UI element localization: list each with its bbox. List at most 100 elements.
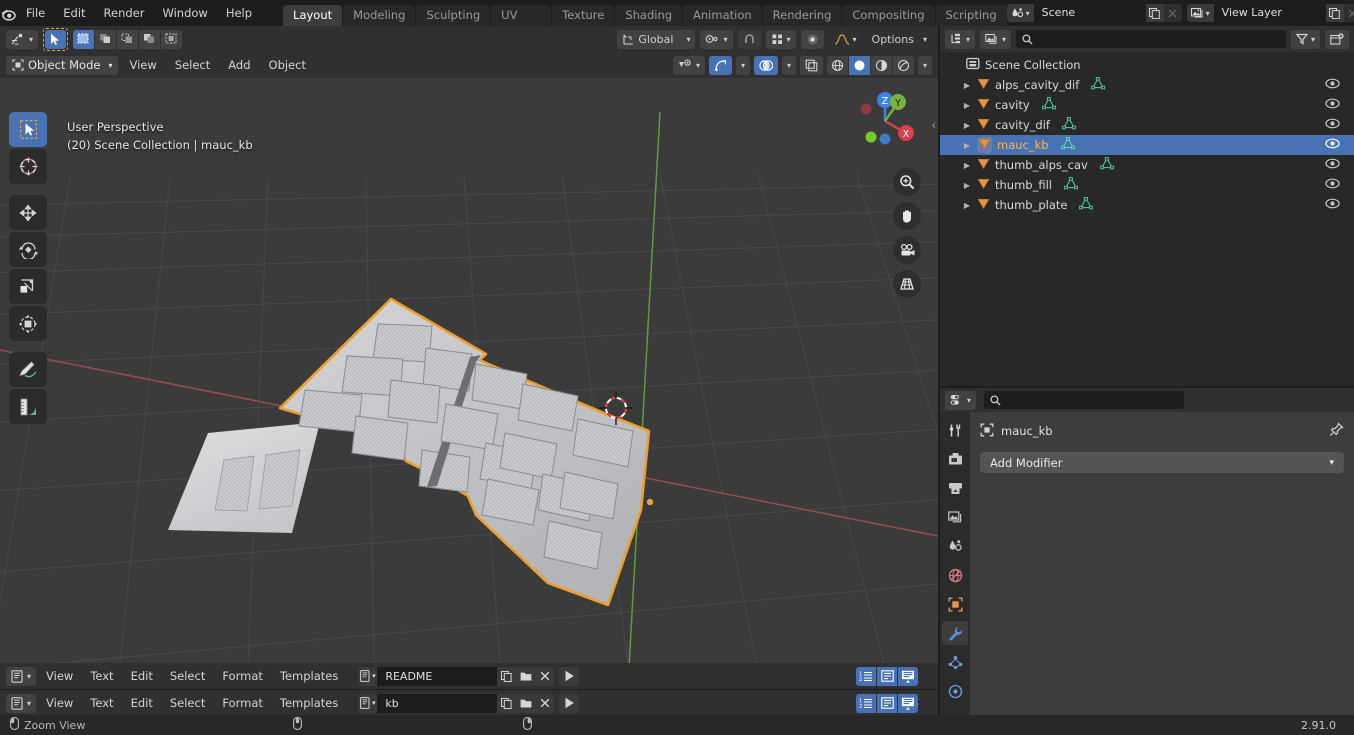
text-editor-1-menu-select[interactable]: Select xyxy=(163,667,212,685)
mesh-data-icon[interactable] xyxy=(1099,157,1114,173)
interaction-mode-dropdown[interactable]: Object Mode ▾ xyxy=(6,55,119,75)
text-editor-1-open-button[interactable] xyxy=(516,666,536,686)
text-editor-2-unlink-button[interactable] xyxy=(535,693,555,713)
gizmo-toggle[interactable] xyxy=(708,55,732,75)
tab-physics-icon[interactable] xyxy=(942,679,968,703)
tool-scale[interactable] xyxy=(9,269,47,304)
text-editor-1-menu-view[interactable]: View xyxy=(39,667,80,685)
outliner-row-thumb-alps-cav[interactable]: ▶ thumb_alps_cav xyxy=(940,155,1354,175)
outliner-row-thumb-plate[interactable]: ▶ thumb_plate xyxy=(940,195,1354,215)
disclosure-triangle-icon[interactable]: ▶ xyxy=(962,141,972,150)
tab-render-icon[interactable] xyxy=(942,447,968,471)
viewport-canvas[interactable]: User Perspective (20) Scene Collection |… xyxy=(0,78,938,663)
tool-move[interactable] xyxy=(9,195,47,230)
tab-sculpting[interactable]: Sculpting xyxy=(416,5,491,26)
text-editor-2-name[interactable]: kb xyxy=(377,693,498,713)
tab-layout[interactable]: Layout xyxy=(283,5,343,26)
text-editor-2-menu-select[interactable]: Select xyxy=(163,694,212,712)
menu-window[interactable]: Window xyxy=(153,3,216,23)
shading-rendered[interactable] xyxy=(892,55,914,75)
tab-rendering[interactable]: Rendering xyxy=(762,5,842,26)
proportional-editing-toggle[interactable] xyxy=(800,29,824,49)
outliner-search-input[interactable] xyxy=(1016,30,1286,48)
new-collection-button[interactable] xyxy=(1325,29,1349,49)
tab-modifier-icon[interactable] xyxy=(942,621,968,645)
view-layer-selector[interactable]: ▾ View Layer xyxy=(1186,4,1354,22)
transform-orientation-dropdown[interactable]: Global ▾ xyxy=(617,29,696,49)
menu-file[interactable]: File xyxy=(17,3,54,23)
tab-uv-editing[interactable]: UV Editing xyxy=(491,5,552,43)
active-tool-icon[interactable]: ▾ xyxy=(6,29,39,49)
menu-render[interactable]: Render xyxy=(95,3,154,23)
text-editor-2-menu-format[interactable]: Format xyxy=(215,694,270,712)
select-tool-highlight[interactable] xyxy=(43,27,69,51)
text-editor-1-menu-templates[interactable]: Templates xyxy=(273,667,345,685)
tab-scene-icon[interactable] xyxy=(942,534,968,558)
properties-editor-type-dropdown[interactable]: ▾ xyxy=(945,390,977,410)
hide-in-viewport-icon[interactable] xyxy=(1325,78,1340,92)
tool-rotate[interactable] xyxy=(9,232,47,267)
outliner-row-mauc-kb[interactable]: ▶ mauc_kb xyxy=(940,135,1354,155)
text-editor-1-new-button[interactable] xyxy=(497,666,517,686)
viewport-menu-view[interactable]: View xyxy=(122,56,163,74)
mesh-data-icon[interactable] xyxy=(1061,117,1077,133)
select-mode-extend[interactable] xyxy=(95,29,117,49)
select-mode-intersect[interactable] xyxy=(161,29,183,49)
navigation-gizmo[interactable]: Z Y X xyxy=(848,84,922,158)
3d-viewport[interactable]: ▾ Global ▾ ▾ ▾ ▾ Options ▾ Object Mode ▾… xyxy=(0,26,938,663)
tool-cursor[interactable] xyxy=(9,149,47,184)
text-datablock-icon[interactable]: ▾ xyxy=(358,693,378,713)
mesh-data-icon[interactable] xyxy=(1060,137,1075,153)
text-editor-1-menu-text[interactable]: Text xyxy=(83,667,120,685)
text-editor-2-menu-templates[interactable]: Templates xyxy=(273,694,345,712)
shading-wireframe[interactable] xyxy=(826,55,848,75)
tool-transform[interactable] xyxy=(9,306,47,341)
view-layer-name[interactable]: View Layer xyxy=(1213,4,1326,22)
text-editor-2-type-dropdown[interactable]: ▾ xyxy=(6,693,37,713)
tab-compositing[interactable]: Compositing xyxy=(842,5,935,26)
disclosure-triangle-icon[interactable]: ▶ xyxy=(962,81,972,90)
hide-in-viewport-icon[interactable] xyxy=(1325,98,1340,112)
hide-in-viewport-icon[interactable] xyxy=(1325,198,1340,212)
mesh-data-icon[interactable] xyxy=(1079,197,1094,213)
mesh-data-icon[interactable] xyxy=(1041,97,1056,113)
outliner-row-thumb-fill[interactable]: ▶ thumb_fill xyxy=(940,175,1354,195)
add-modifier-dropdown[interactable]: Add Modifier ▾ xyxy=(980,452,1344,473)
tab-scripting[interactable]: Scripting xyxy=(935,5,1007,26)
tool-measure[interactable] xyxy=(9,389,47,424)
mesh-data-icon[interactable] xyxy=(1063,177,1079,193)
view-layer-icon[interactable]: ▾ xyxy=(1186,4,1214,22)
scene-name[interactable]: Scene xyxy=(1033,4,1146,22)
shading-material-preview[interactable] xyxy=(870,55,892,75)
syntax-highlight-toggle[interactable] xyxy=(898,666,918,686)
options-dropdown[interactable]: Options ▾ xyxy=(867,30,932,49)
overlays-toggle[interactable] xyxy=(753,55,778,75)
tool-annotate[interactable] xyxy=(9,352,47,387)
text-editor-2-new-button[interactable] xyxy=(497,693,517,713)
snap-magnet-toggle[interactable] xyxy=(737,29,761,49)
line-numbers-toggle[interactable]: 12 xyxy=(856,693,876,713)
outliner-row-scene-collection[interactable]: Scene Collection xyxy=(940,55,1354,75)
tab-texture-paint[interactable]: Texture Paint xyxy=(552,5,615,43)
viewport-menu-select[interactable]: Select xyxy=(168,56,217,74)
proportional-falloff-dropdown[interactable]: ▾ xyxy=(829,30,862,49)
outliner-display-mode-dropdown[interactable]: ▾ xyxy=(945,29,976,49)
viewport-menu-object[interactable]: Object xyxy=(262,56,313,74)
camera-icon[interactable] xyxy=(893,236,921,264)
menu-edit[interactable]: Edit xyxy=(54,3,94,23)
shading-settings-dropdown[interactable]: ▾ xyxy=(917,55,932,75)
xray-toggle[interactable] xyxy=(799,55,823,75)
blender-logo-icon[interactable] xyxy=(0,0,17,26)
outliner-row-alps-cavity-dif[interactable]: ▶ alps_cavity_dif xyxy=(940,75,1354,95)
disclosure-triangle-icon[interactable]: ▶ xyxy=(962,181,972,190)
new-scene-button[interactable] xyxy=(1145,4,1164,22)
hide-in-viewport-icon[interactable] xyxy=(1325,118,1340,132)
pin-icon[interactable] xyxy=(1329,422,1344,440)
outliner-filter-dropdown[interactable]: ▾ xyxy=(1290,29,1320,49)
shading-solid[interactable] xyxy=(848,55,870,75)
properties-search-input[interactable] xyxy=(984,391,1185,409)
disclosure-triangle-icon[interactable]: ▶ xyxy=(962,101,972,110)
visibility-dropdown[interactable]: ▾ xyxy=(672,55,705,75)
line-numbers-toggle[interactable]: 12 xyxy=(856,666,876,686)
properties-editor[interactable]: ▾ mauc_kb Add Modifier ▾ xyxy=(940,388,1354,715)
